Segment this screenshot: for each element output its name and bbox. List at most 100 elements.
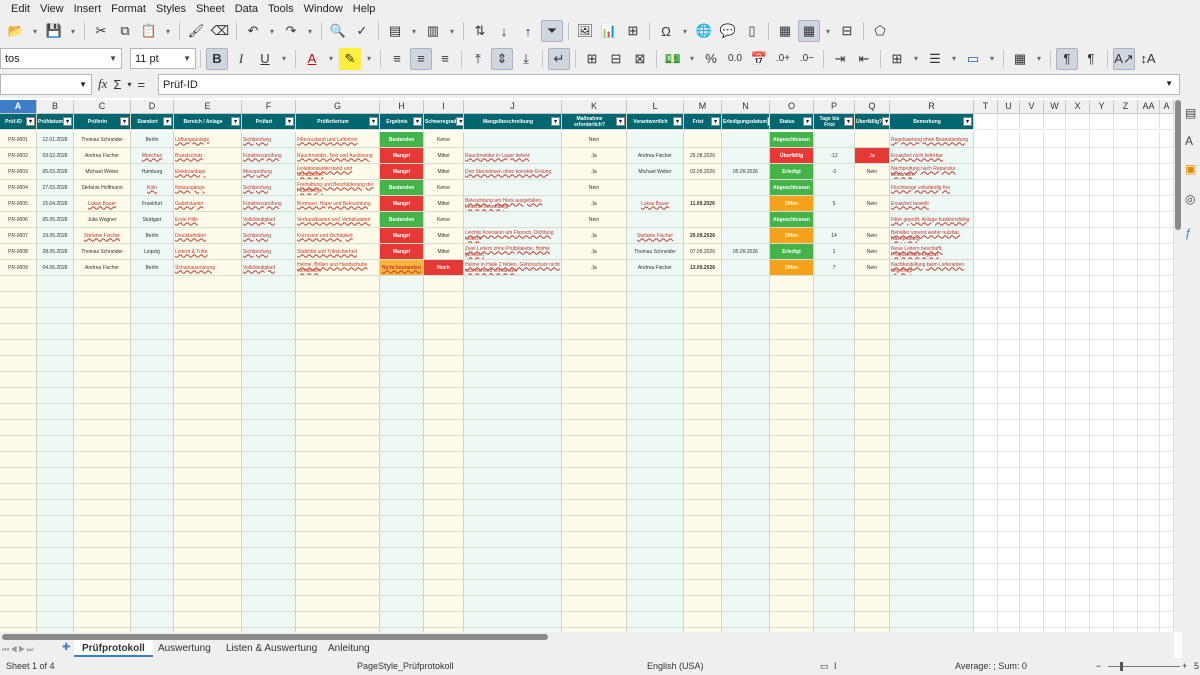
table-cell-bemerk[interactable]: Ersatzteil nicht lieferbar xyxy=(890,148,974,164)
grid-cell[interactable] xyxy=(74,340,131,356)
grid-cell[interactable] xyxy=(1114,212,1138,228)
grid-cell[interactable] xyxy=(1160,612,1174,628)
table-header-cell[interactable]: Prüf-ID ▾ xyxy=(0,114,37,130)
table-cell-pruefer[interactable]: Julia Wagner xyxy=(74,212,131,228)
add-sheet-icon[interactable]: ✚ xyxy=(62,642,70,653)
grid-cell[interactable] xyxy=(1138,228,1160,244)
copy-icon[interactable]: ⧉ xyxy=(114,20,136,42)
special-character-icon[interactable]: Ω xyxy=(655,20,677,42)
menu-item[interactable]: View xyxy=(35,3,69,15)
grid-cell[interactable] xyxy=(1114,244,1138,260)
grid-cell[interactable] xyxy=(37,436,74,452)
grid-cell[interactable] xyxy=(998,516,1020,532)
grid-cell[interactable] xyxy=(296,452,380,468)
grid-cell[interactable] xyxy=(1160,564,1174,580)
grid-cell[interactable] xyxy=(1044,212,1066,228)
grid-cell[interactable] xyxy=(464,308,562,324)
grid-cell[interactable] xyxy=(562,420,627,436)
grid-cell[interactable] xyxy=(998,548,1020,564)
insert-image-icon[interactable]: 🖼 xyxy=(574,20,596,42)
grid-cell[interactable] xyxy=(1044,404,1066,420)
grid-cell[interactable] xyxy=(131,500,174,516)
grid-cell[interactable] xyxy=(855,468,890,484)
grid-cell[interactable] xyxy=(1090,132,1114,148)
zoom-slider[interactable] xyxy=(1108,666,1180,667)
gallery-icon[interactable]: ▣ xyxy=(1185,162,1196,176)
table-cell-erledigt[interactable] xyxy=(722,260,770,276)
grid-cell[interactable] xyxy=(627,324,684,340)
table-cell-standort[interactable]: Stuttgart xyxy=(131,212,174,228)
table-cell-verantw[interactable]: Andrea Fischer xyxy=(627,148,684,164)
grid-cell[interactable] xyxy=(174,436,242,452)
grid-cell[interactable] xyxy=(1138,244,1160,260)
language[interactable]: English (USA) xyxy=(647,661,704,671)
grid-cell[interactable] xyxy=(1044,564,1066,580)
grid-cell[interactable] xyxy=(1160,404,1174,420)
column-header[interactable]: V xyxy=(1020,100,1044,114)
grid-cell[interactable] xyxy=(998,372,1020,388)
grid-cell[interactable] xyxy=(1138,420,1160,436)
grid-cell[interactable] xyxy=(814,580,855,596)
table-cell-erledigt[interactable]: 05.09.2026 xyxy=(722,164,770,180)
grid-cell[interactable] xyxy=(1066,340,1090,356)
grid-cell[interactable] xyxy=(131,484,174,500)
table-cell-ergebnis[interactable]: Mangel xyxy=(380,244,424,260)
grid-cell[interactable] xyxy=(627,356,684,372)
grid-cell[interactable] xyxy=(1160,372,1174,388)
menu-item[interactable]: Data xyxy=(230,3,263,15)
grid-cell[interactable] xyxy=(1090,452,1114,468)
column-header[interactable]: X xyxy=(1066,100,1090,114)
grid-cell[interactable] xyxy=(296,324,380,340)
table-cell-verantw[interactable] xyxy=(627,212,684,228)
grid-cell[interactable] xyxy=(562,340,627,356)
grid-cell[interactable] xyxy=(424,468,464,484)
grid-cell[interactable] xyxy=(1090,564,1114,580)
grid-cell[interactable] xyxy=(1114,308,1138,324)
page-style[interactable]: PageStyle_Prüfprotokoll xyxy=(357,661,454,671)
grid-cell[interactable] xyxy=(562,372,627,388)
table-cell-erledigt[interactable] xyxy=(722,196,770,212)
grid-cell[interactable] xyxy=(1020,244,1044,260)
grid-cell[interactable] xyxy=(1020,548,1044,564)
grid-cell[interactable] xyxy=(627,596,684,612)
grid-cell[interactable] xyxy=(74,436,131,452)
grid-cell[interactable] xyxy=(974,180,998,196)
grid-cell[interactable] xyxy=(1090,468,1114,484)
grid-cell[interactable] xyxy=(1114,484,1138,500)
grid-cell[interactable] xyxy=(1090,484,1114,500)
grid-cell[interactable] xyxy=(770,276,814,292)
table-header-cell[interactable]: Schweregrad ▾ xyxy=(424,114,464,130)
table-cell-standort[interactable]: Köln xyxy=(131,180,174,196)
table-cell-frist[interactable] xyxy=(684,132,722,148)
grid-cell[interactable] xyxy=(1044,580,1066,596)
table-cell-pruefart[interactable]: Sichtprüfung xyxy=(242,244,296,260)
grid-cell[interactable] xyxy=(814,308,855,324)
table-cell-pruefer[interactable]: Andrea Fischer xyxy=(74,148,131,164)
autofilter-dropdown-icon[interactable]: ▾ xyxy=(369,117,378,126)
grid-cell[interactable] xyxy=(1160,148,1174,164)
table-cell-massnahme[interactable]: Nein xyxy=(562,180,627,196)
grid-cell[interactable] xyxy=(890,308,974,324)
grid-cell[interactable] xyxy=(1160,532,1174,548)
grid-cell[interactable] xyxy=(722,596,770,612)
table-cell-ueberf[interactable] xyxy=(855,180,890,196)
sort-icon[interactable]: ⇅ xyxy=(469,20,491,42)
grid-cell[interactable] xyxy=(998,276,1020,292)
grid-cell[interactable] xyxy=(998,196,1020,212)
grid-cell[interactable] xyxy=(855,388,890,404)
table-cell-massnahme[interactable]: Ja xyxy=(562,196,627,212)
grid-cell[interactable] xyxy=(1114,500,1138,516)
grid-cell[interactable] xyxy=(0,436,37,452)
menu-item[interactable]: Format xyxy=(106,3,151,15)
grid-cell[interactable] xyxy=(770,308,814,324)
grid-cell[interactable] xyxy=(296,580,380,596)
grid-cell[interactable] xyxy=(722,468,770,484)
column-header[interactable]: L xyxy=(627,100,684,114)
grid-cell[interactable] xyxy=(424,404,464,420)
column-header[interactable]: A xyxy=(0,100,37,114)
grid-cell[interactable] xyxy=(770,292,814,308)
grid-cell[interactable] xyxy=(0,500,37,516)
grid-cell[interactable] xyxy=(974,340,998,356)
grid-cell[interactable] xyxy=(1044,484,1066,500)
grid-cell[interactable] xyxy=(1044,324,1066,340)
